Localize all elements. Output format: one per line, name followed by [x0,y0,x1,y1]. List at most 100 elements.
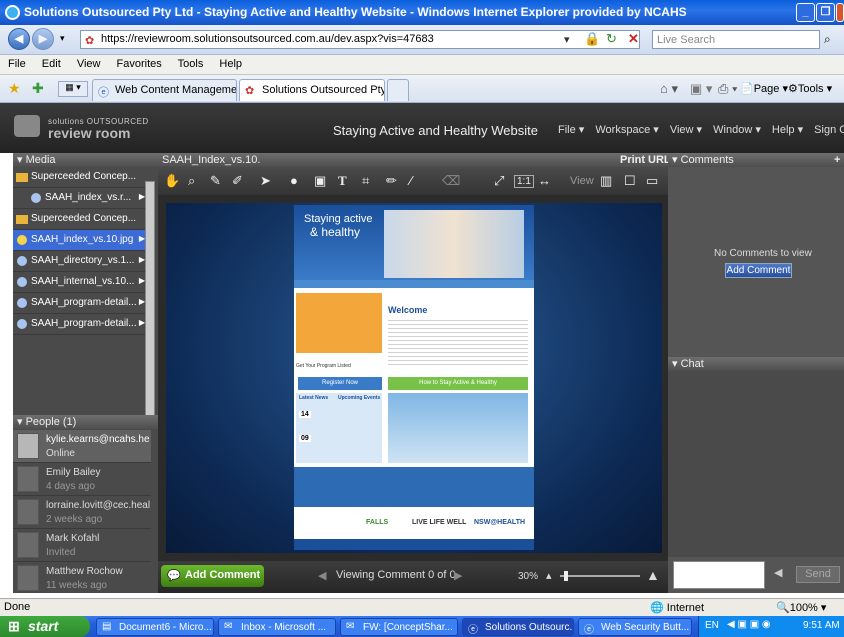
back-button[interactable]: ◀ [8,28,30,50]
line-tool-icon[interactable]: ⁄ [410,173,412,188]
pointer-icon[interactable]: ➤ [260,173,271,189]
sign-out-link[interactable]: Sign Out [814,124,844,136]
media-item[interactable]: SAAH_internal_vs.10... ▶ [13,272,151,293]
person-item[interactable]: Matthew Rochow 11 weeks ago [13,562,151,593]
page-menu[interactable]: 📄Page ▾ [740,82,788,95]
zoom-in-icon[interactable]: ▲ [646,567,660,583]
fit-screen-icon[interactable]: ⤢ [494,173,504,189]
print-link[interactable]: Print [620,153,645,167]
speaker-icon[interactable]: ◀ [774,566,782,579]
close-button[interactable] [836,3,844,22]
prev-comment-icon[interactable]: ◀ [318,569,326,582]
design-canvas[interactable]: Staying active & healthy Welcome Get You… [166,203,662,553]
new-tab-button[interactable] [387,79,409,101]
lock-icon[interactable]: 🔒 [584,31,600,47]
media-item[interactable]: SAAH_program-detail... ▶ [13,293,151,314]
print-icon[interactable]: ⎙ ▾ [718,81,737,97]
add-comment-button[interactable]: 💬 Add Comment [161,565,264,587]
person-item[interactable]: Mark Kofahl Invited [13,529,151,562]
pen-tool-icon[interactable]: ✎ [210,173,221,189]
single-view-icon[interactable]: ☐ [624,173,636,189]
media-scrollbar[interactable] [145,181,155,426]
chat-panel-header[interactable]: ▾ Chat [668,357,844,371]
media-panel-header[interactable]: ▾ Media [13,153,158,167]
tab-solutions-outsourced[interactable]: ✿ Solutions Outsourced Pty... X [239,79,385,101]
rectangle-tool-icon[interactable]: ▣ [314,173,326,189]
website-mockup: Staying active & healthy Welcome Get You… [294,205,534,550]
fit-width-icon[interactable]: ↔ [538,173,551,188]
app-menu-window[interactable]: Window ▾ [713,124,761,136]
refresh-icon[interactable]: ↻ [606,31,617,47]
home-icon[interactable]: ⌂ ▾ [660,81,678,97]
people-panel-header[interactable]: ▾ People (1) [13,415,158,429]
feeds-icon[interactable]: ▣ ▾ [690,81,712,97]
media-item-selected[interactable]: SAAH_index_vs.10.jpg ▶ [13,230,151,251]
media-item-label: SAAH_internal_vs.10... [31,276,135,287]
app-menu-view[interactable]: View ▾ [670,124,702,136]
person-item[interactable]: Emily Bailey 4 days ago [13,463,151,496]
pencil-icon[interactable]: ✏ [386,173,397,189]
start-button[interactable]: ⊞ start [0,616,90,637]
app-menu-help[interactable]: Help ▾ [772,124,803,136]
minimize-button[interactable]: _ [796,3,815,22]
language-indicator[interactable]: EN [705,620,719,631]
hand-tool-icon[interactable]: ✋ [164,173,180,189]
menu-help[interactable]: Help [219,58,242,70]
quick-tabs-button[interactable]: ▦ ▾ [58,81,88,97]
tools-menu[interactable]: ⚙Tools ▾ [788,82,832,95]
send-button[interactable]: Send [796,566,840,583]
text-tool-icon[interactable]: T [338,173,347,189]
menu-edit[interactable]: Edit [42,58,61,70]
media-item[interactable]: SAAH_directory_vs.1... ▶ [13,251,151,272]
zoom-slider[interactable] [560,571,640,581]
tab-web-content[interactable]: ⓔ Web Content Management, ... [92,79,237,101]
task-fw-conceptshare[interactable]: ✉ FW: [ConceptShar... [340,618,458,636]
media-item[interactable]: Superceeded Concep... [13,209,151,230]
crop-tool-icon[interactable]: ⌗ [362,173,369,189]
person-item[interactable]: lorraine.lovitt@cec.healt 2 weeks ago [13,496,151,529]
next-comment-icon[interactable]: ▶ [454,569,462,582]
media-item[interactable]: SAAH_index_vs.r... ▶ [13,188,151,209]
zoom-slider-thumb[interactable] [564,571,568,581]
person-status: 4 days ago [46,481,95,492]
person-item[interactable]: kylie.kearns@ncahs.he Online [13,430,151,463]
zoom-out-icon[interactable]: ▴ [546,569,552,582]
menu-file[interactable]: File [8,58,26,70]
favorites-star-icon[interactable]: ★ [8,80,21,97]
app-menu-file[interactable]: File ▾ [558,124,584,136]
tray-icons[interactable]: ◀ ▣ ▣ ◉ [727,619,771,630]
task-document6[interactable]: ▤ Document6 - Micro... [96,618,214,636]
split-view-icon[interactable]: ▥ [600,173,612,189]
menu-tools[interactable]: Tools [178,58,204,70]
circle-tool-icon[interactable]: ● [290,173,298,188]
chat-input[interactable] [673,561,765,589]
actual-size-button[interactable]: 1:1 [514,175,534,188]
add-favorite-icon[interactable]: ✚ [32,80,44,97]
url-text: https://reviewroom.solutionsoutsourced.c… [101,33,434,45]
media-item[interactable]: SAAH_program-detail... ▶ [13,314,151,335]
task-inbox[interactable]: ✉ Inbox - Microsoft ... [218,618,336,636]
url-link[interactable]: URL [648,153,671,167]
url-field[interactable]: ✿ https://reviewroom.solutionsoutsourced… [80,30,640,49]
add-comment-plus-icon[interactable]: + [834,153,840,167]
zoom-tool-icon[interactable]: ⌕ [188,173,195,189]
menu-view[interactable]: View [77,58,101,70]
presentation-icon[interactable]: ▭ [646,173,658,189]
eraser-icon[interactable]: ⌫ [442,173,460,189]
url-dropdown-icon[interactable]: ▾ [564,33,570,46]
menu-favorites[interactable]: Favorites [117,58,162,70]
search-input[interactable]: Live Search [652,30,820,49]
highlighter-icon[interactable]: ✐ [232,173,243,189]
media-item[interactable]: Superceeded Concep... [13,167,151,188]
stop-icon[interactable]: ✕ [628,31,639,47]
task-solutions-outsourced[interactable]: ⓔ Solutions Outsourc... [462,618,574,636]
forward-button[interactable]: ▶ [32,28,54,50]
search-icon[interactable]: ⌕ [824,32,831,47]
history-dropdown-icon[interactable]: ▾ [60,33,65,44]
task-web-security[interactable]: ⓔ Web Security Butt... [578,618,692,636]
add-comment-button-right[interactable]: Add Comment [725,263,792,278]
zoom-control[interactable]: 🔍100% ▾ [776,601,826,614]
app-menu-workspace[interactable]: Workspace ▾ [595,124,658,136]
comments-panel-header[interactable]: ▾ Comments + [668,153,844,167]
maximize-button[interactable]: ❐ [816,3,835,22]
